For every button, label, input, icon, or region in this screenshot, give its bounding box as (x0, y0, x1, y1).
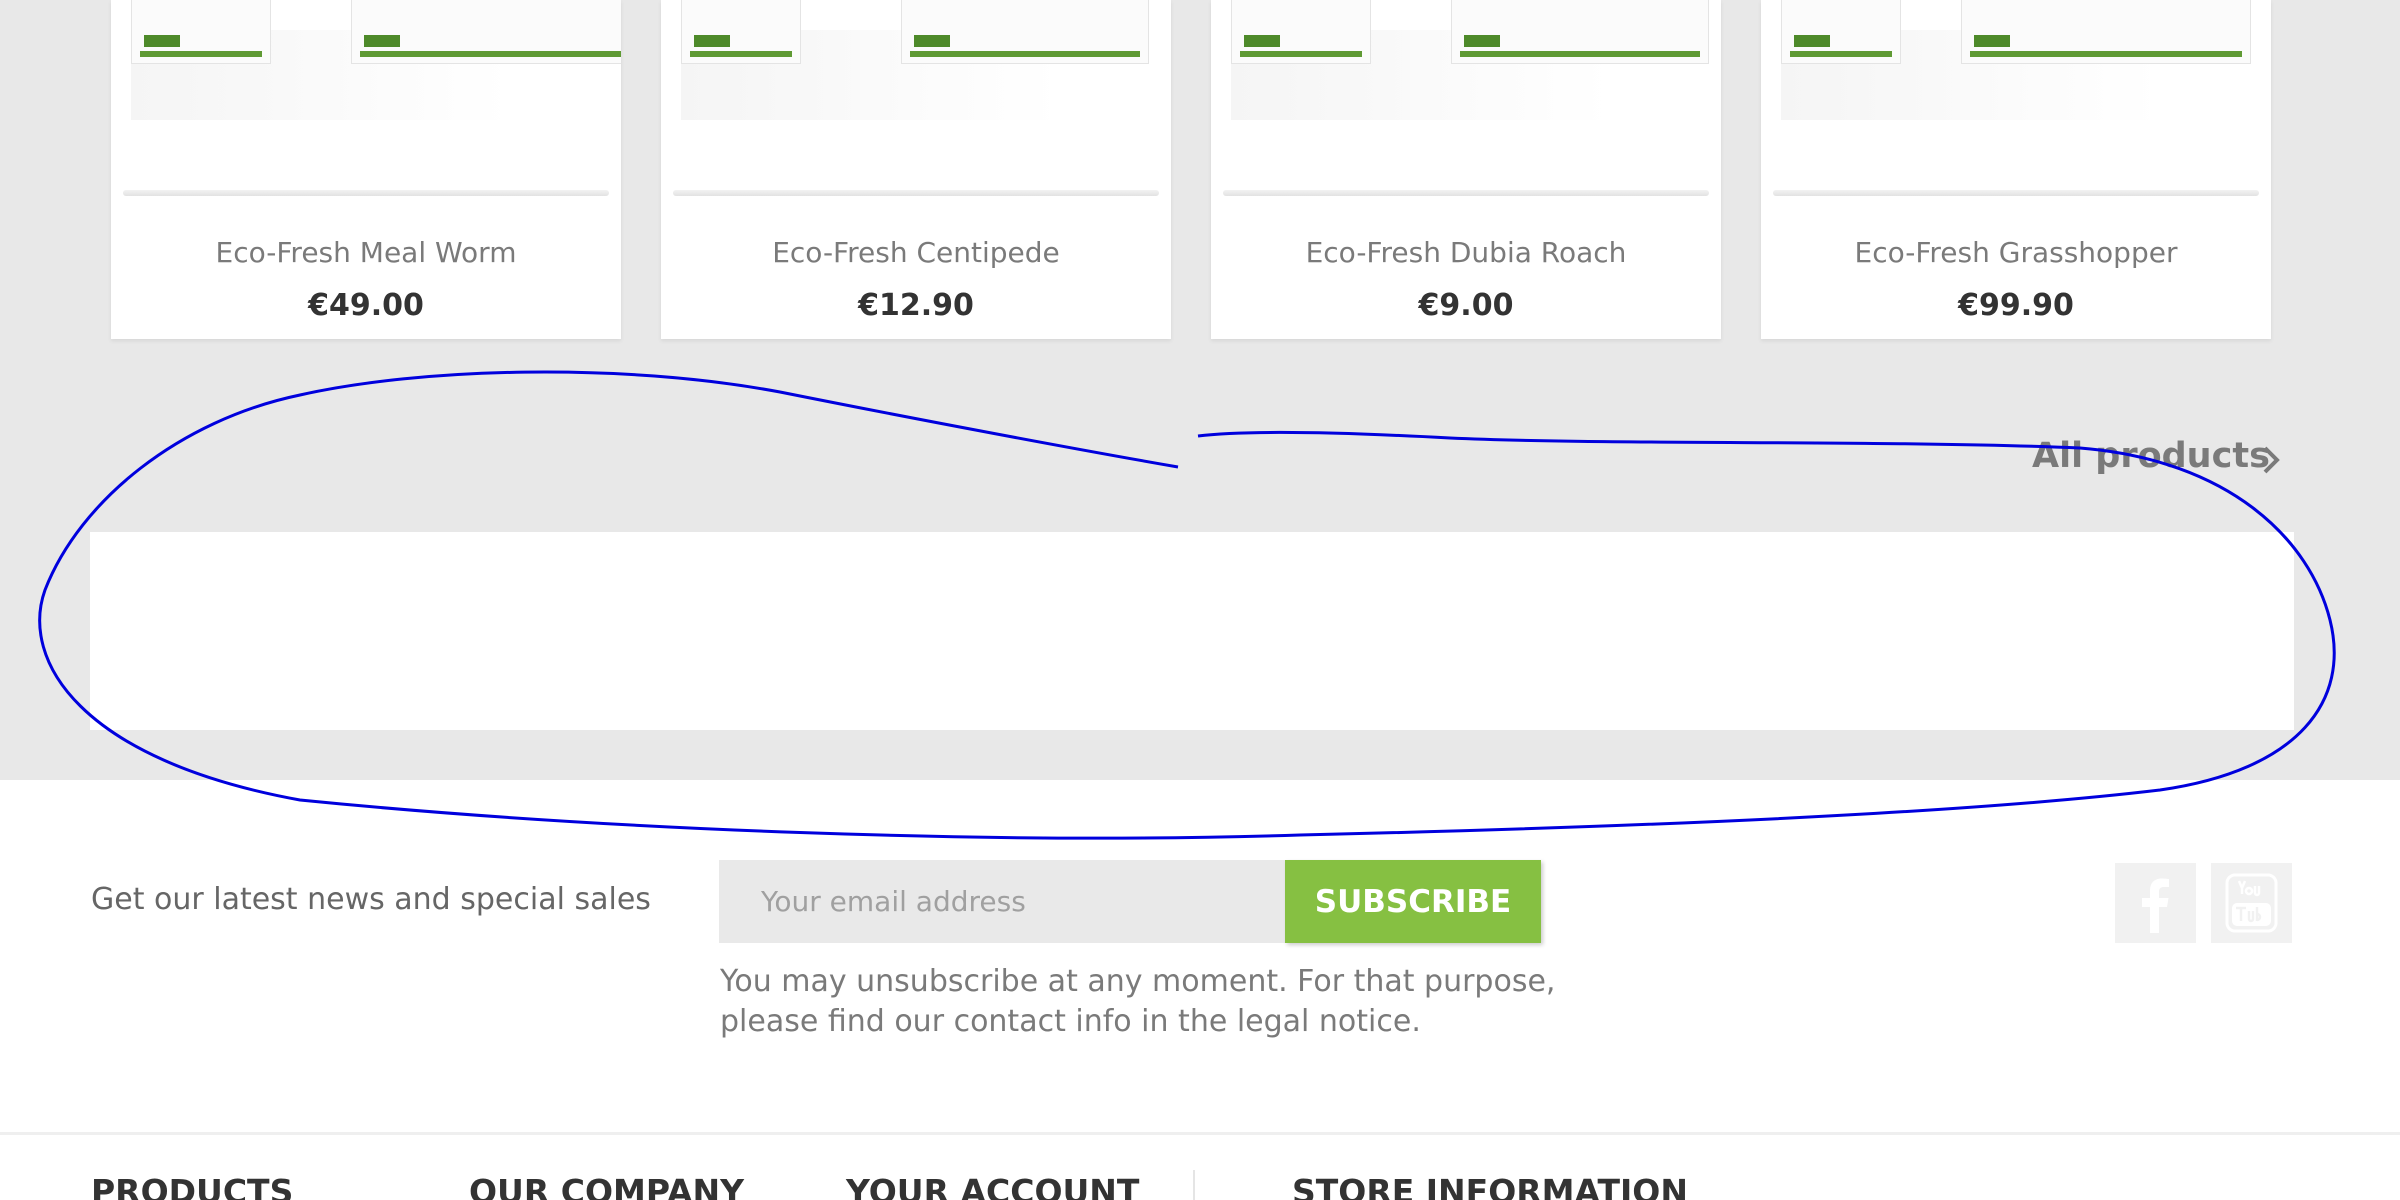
box-strip (910, 51, 1140, 57)
box-label (1244, 35, 1280, 47)
box-label (1464, 35, 1500, 47)
legal-line: please find our contact info in the lega… (720, 1004, 1421, 1039)
image-divider (123, 190, 609, 196)
youtube-icon (2225, 873, 2278, 933)
product-card[interactable]: Eco-Fresh Grasshopper €99.90 (1761, 0, 2271, 339)
newsletter-label: Get our latest news and special sales (91, 882, 651, 917)
product-card[interactable]: Eco-Fresh Dubia Roach €9.00 (1211, 0, 1721, 339)
product-card[interactable]: Eco-Fresh Meal Worm €49.00 (111, 0, 621, 339)
product-name[interactable]: Eco-Fresh Dubia Roach (1211, 236, 1721, 269)
box-strip (1970, 51, 2242, 57)
footer-heading-store-information: STORE INFORMATION (1292, 1172, 1688, 1200)
box-label (364, 35, 400, 47)
youtube-button[interactable] (2211, 863, 2292, 943)
product-box-left (1231, 0, 1371, 64)
email-input[interactable] (719, 860, 1285, 943)
product-price: €99.90 (1958, 288, 2074, 323)
footer-vertical-separator (1193, 1170, 1195, 1200)
product-price: €49.00 (308, 288, 424, 323)
product-box-left (681, 0, 801, 64)
all-products-link[interactable]: All products (2032, 436, 2270, 476)
facebook-button[interactable] (2115, 863, 2196, 943)
product-image[interactable] (661, 0, 1171, 196)
product-name[interactable]: Eco-Fresh Grasshopper (1761, 236, 2271, 269)
product-name[interactable]: Eco-Fresh Meal Worm (111, 236, 621, 269)
box-label (914, 35, 950, 47)
product-box-left (1781, 0, 1901, 64)
image-divider (673, 190, 1159, 196)
product-price: €12.90 (858, 288, 974, 323)
box-strip (360, 51, 621, 57)
product-card[interactable]: Eco-Fresh Centipede €12.90 (661, 0, 1171, 339)
box-label (1794, 35, 1830, 47)
product-image[interactable] (1211, 0, 1721, 196)
box-strip (1240, 51, 1362, 57)
product-box-right (1451, 0, 1709, 64)
footer-heading-products[interactable]: PRODUCTS (91, 1172, 293, 1200)
product-image[interactable] (1761, 0, 2271, 196)
product-box-right (901, 0, 1149, 64)
product-box-left (131, 0, 271, 64)
image-divider (1773, 190, 2259, 196)
box-label (694, 35, 730, 47)
legal-line: You may unsubscribe at any moment. For t… (720, 964, 1556, 999)
box-label (1974, 35, 2010, 47)
box-strip (1460, 51, 1700, 57)
empty-content-block (90, 532, 2294, 730)
product-box-right (351, 0, 621, 64)
box-strip (690, 51, 792, 57)
image-divider (1223, 190, 1709, 196)
footer-divider (0, 1132, 2400, 1135)
chevron-right-icon[interactable] (2257, 442, 2287, 478)
subscribe-button[interactable]: SUBSCRIBE (1285, 860, 1541, 943)
footer-heading-our-company[interactable]: OUR COMPANY (469, 1172, 744, 1200)
newsletter-legal-notice: You may unsubscribe at any moment. For t… (720, 962, 1580, 1042)
footer-heading-your-account[interactable]: YOUR ACCOUNT (846, 1172, 1139, 1200)
box-strip (140, 51, 262, 57)
facebook-icon (2142, 878, 2169, 933)
box-strip (1790, 51, 1892, 57)
box-label (144, 35, 180, 47)
product-image[interactable] (111, 0, 621, 196)
product-box-right (1961, 0, 2251, 64)
product-price: €9.00 (1418, 288, 1514, 323)
product-name[interactable]: Eco-Fresh Centipede (661, 236, 1171, 269)
